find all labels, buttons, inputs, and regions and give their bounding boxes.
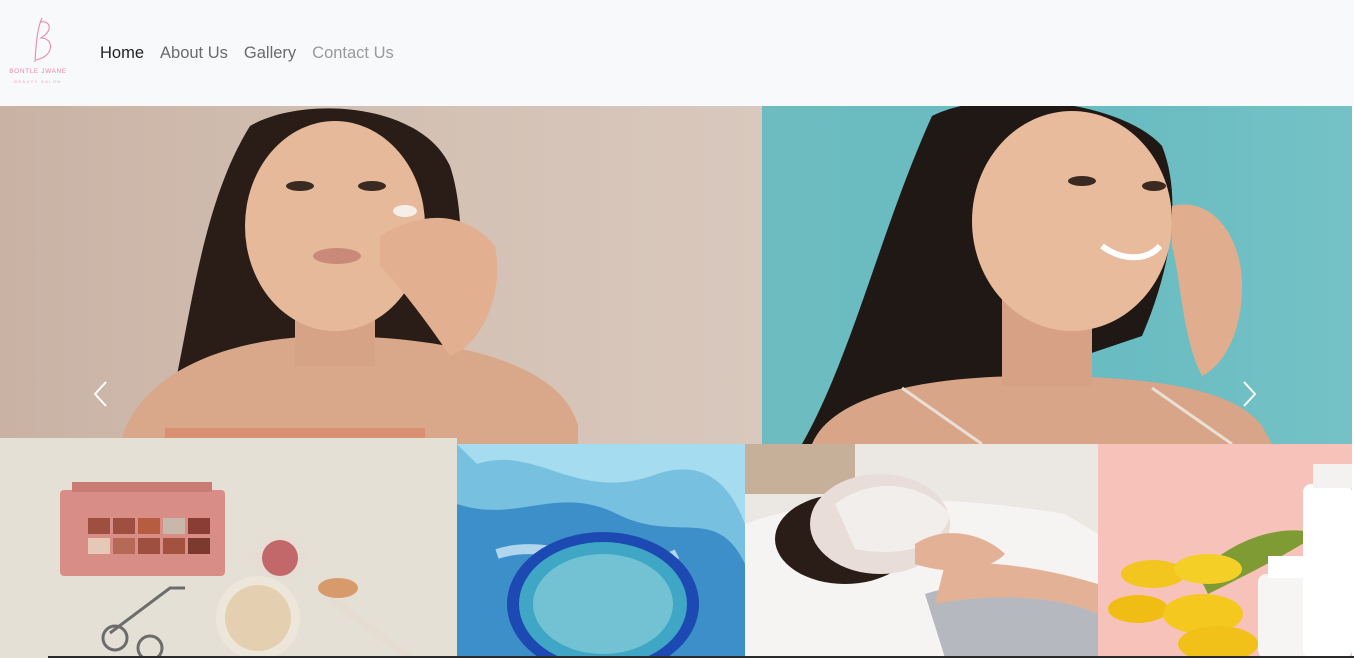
makeup-flatlay-image bbox=[60, 482, 413, 658]
woman-sheet-mask-image bbox=[745, 444, 1098, 658]
hero-carousel bbox=[0, 106, 1352, 444]
carousel-next-button[interactable] bbox=[1234, 374, 1264, 414]
blue-ink-gel-patches-image bbox=[457, 444, 745, 658]
gallery-tile-ink-jar[interactable] bbox=[457, 444, 745, 658]
tulips-and-bottles-image bbox=[1098, 444, 1352, 658]
carousel-prev-button[interactable] bbox=[86, 374, 116, 414]
gallery-tile-tulips[interactable] bbox=[1098, 444, 1352, 658]
navbar: BONTLE JWANE BEAUTY SALON Home About Us … bbox=[0, 0, 1354, 106]
brand-tagline: BEAUTY SALON bbox=[14, 79, 62, 84]
main-nav: Home About Us Gallery Contact Us bbox=[100, 42, 394, 64]
brand-name: BONTLE JWANE bbox=[9, 68, 67, 75]
gallery-strip bbox=[0, 438, 1352, 658]
script-b-logo-icon bbox=[34, 17, 52, 63]
chevron-right-icon bbox=[1243, 381, 1257, 407]
nav-link-home[interactable]: Home bbox=[100, 42, 144, 64]
gallery-tile-makeup[interactable] bbox=[0, 438, 457, 658]
gallery-tile-sheet-mask[interactable] bbox=[745, 444, 1098, 658]
nav-link-contact-us[interactable]: Contact Us bbox=[312, 42, 394, 64]
brand-logo[interactable]: BONTLE JWANE BEAUTY SALON bbox=[8, 14, 68, 90]
nav-link-gallery[interactable]: Gallery bbox=[244, 42, 296, 64]
chevron-left-icon bbox=[93, 381, 107, 407]
nav-link-about-us[interactable]: About Us bbox=[160, 42, 228, 64]
